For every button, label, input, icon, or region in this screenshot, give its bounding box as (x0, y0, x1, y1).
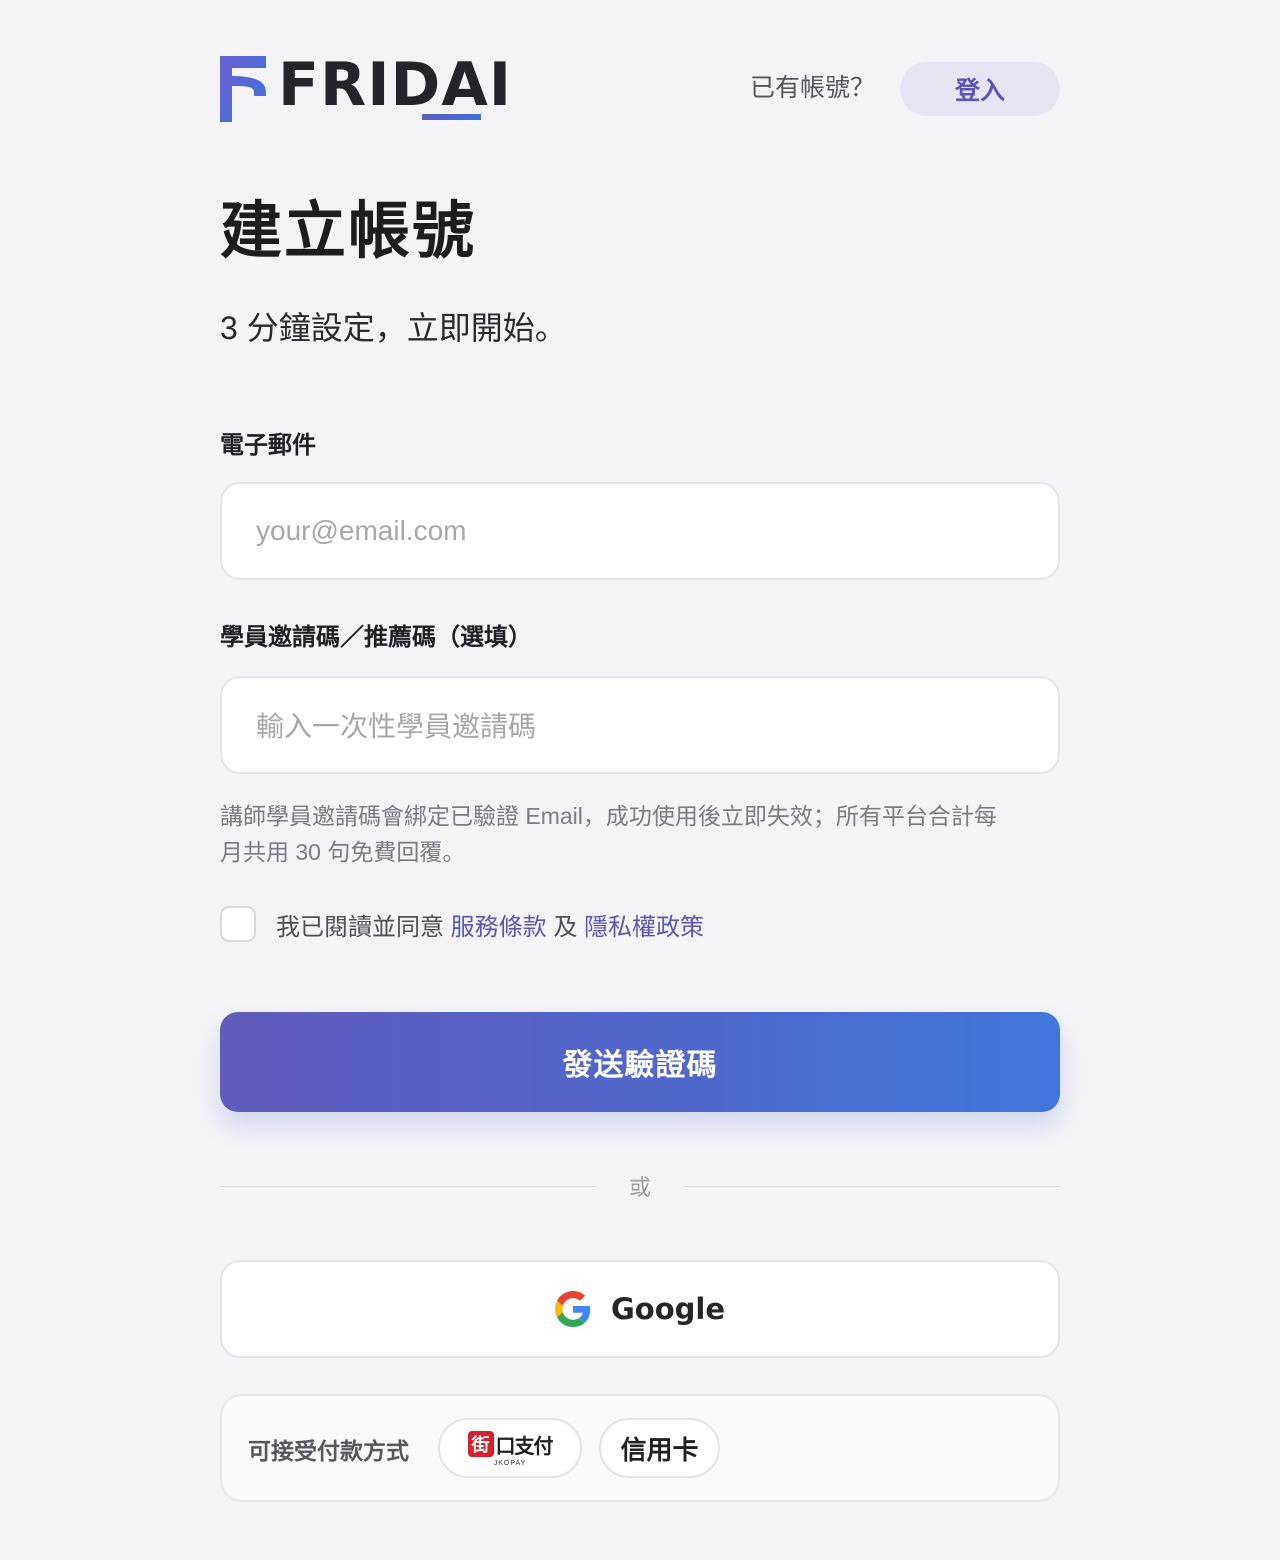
payment-methods-box: 可接受付款方式 街 口支付 JKOPAY 信用卡 (220, 1394, 1060, 1502)
email-label: 電子郵件 (220, 432, 316, 459)
payment-methods-label: 可接受付款方式 (248, 1438, 409, 1464)
google-signin-button[interactable]: Google (220, 1260, 1060, 1358)
have-account-text: 已有帳號？ (750, 74, 876, 102)
page-subtitle: 3 分鐘設定，立即開始。 (220, 310, 567, 346)
page-title: 建立帳號 (220, 197, 477, 266)
logo-underline (422, 114, 481, 120)
credit-card-label: 信用卡 (620, 1434, 699, 1465)
login-button[interactable]: 登入 (900, 62, 1060, 116)
signup-page: FRIDAI 已有帳號？ 登入 建立帳號 3 分鐘設定，立即開始。 電子郵件 y… (0, 0, 1280, 1560)
invite-help-text: 講師學員邀請碼會綁定已驗證 Email，成功使用後立即失效；所有平台合計每 月共… (220, 798, 1060, 870)
divider-line-right (684, 1186, 1060, 1187)
or-divider: 或 (220, 1166, 1060, 1206)
payment-pill-credit-card: 信用卡 (599, 1418, 720, 1478)
fridai-logo-icon (220, 56, 266, 122)
help-line-1: 講師學員邀請碼會綁定已驗證 Email，成功使用後立即失效；所有平台合計每 (220, 803, 997, 829)
jkopay-subtext: JKOPAY (493, 1459, 527, 1467)
logo-text: FRIDAI (278, 50, 513, 120)
email-placeholder: your@email.com (256, 515, 467, 546)
privacy-link[interactable]: 隱私權政策 (584, 914, 704, 941)
send-code-label: 發送驗證碼 (562, 1049, 718, 1082)
jkopay-logo-icon: 街 口支付 JKOPAY (467, 1430, 554, 1467)
agree-prefix: 我已閱讀並同意 (276, 913, 444, 941)
send-code-button[interactable]: 發送驗證碼 (220, 1012, 1060, 1112)
terms-link[interactable]: 服務條款 (451, 914, 547, 941)
invite-code-placeholder: 輸入一次性學員邀請碼 (256, 711, 537, 742)
agree-and: 及 (553, 913, 578, 941)
help-line-2: 月共用 30 句免費回覆。 (220, 839, 466, 865)
google-label: Google (610, 1292, 726, 1326)
invite-code-input[interactable]: 輸入一次性學員邀請碼 (220, 676, 1060, 774)
email-input[interactable]: your@email.com (220, 482, 1060, 580)
agree-row: 我已閱讀並同意 服務條款 及 隱私權政策 (220, 904, 1060, 944)
payment-pill-jkopay: 街 口支付 JKOPAY (438, 1418, 582, 1478)
agree-text: 我已閱讀並同意 服務條款 及 隱私權政策 (276, 907, 704, 942)
jkopay-text: 口支付 (495, 1435, 554, 1458)
google-icon (554, 1291, 591, 1327)
jkopay-mark: 街 (467, 1431, 494, 1457)
invite-code-label: 學員邀請碼／推薦碼（選填） (220, 624, 532, 651)
agree-checkbox[interactable] (220, 906, 256, 942)
